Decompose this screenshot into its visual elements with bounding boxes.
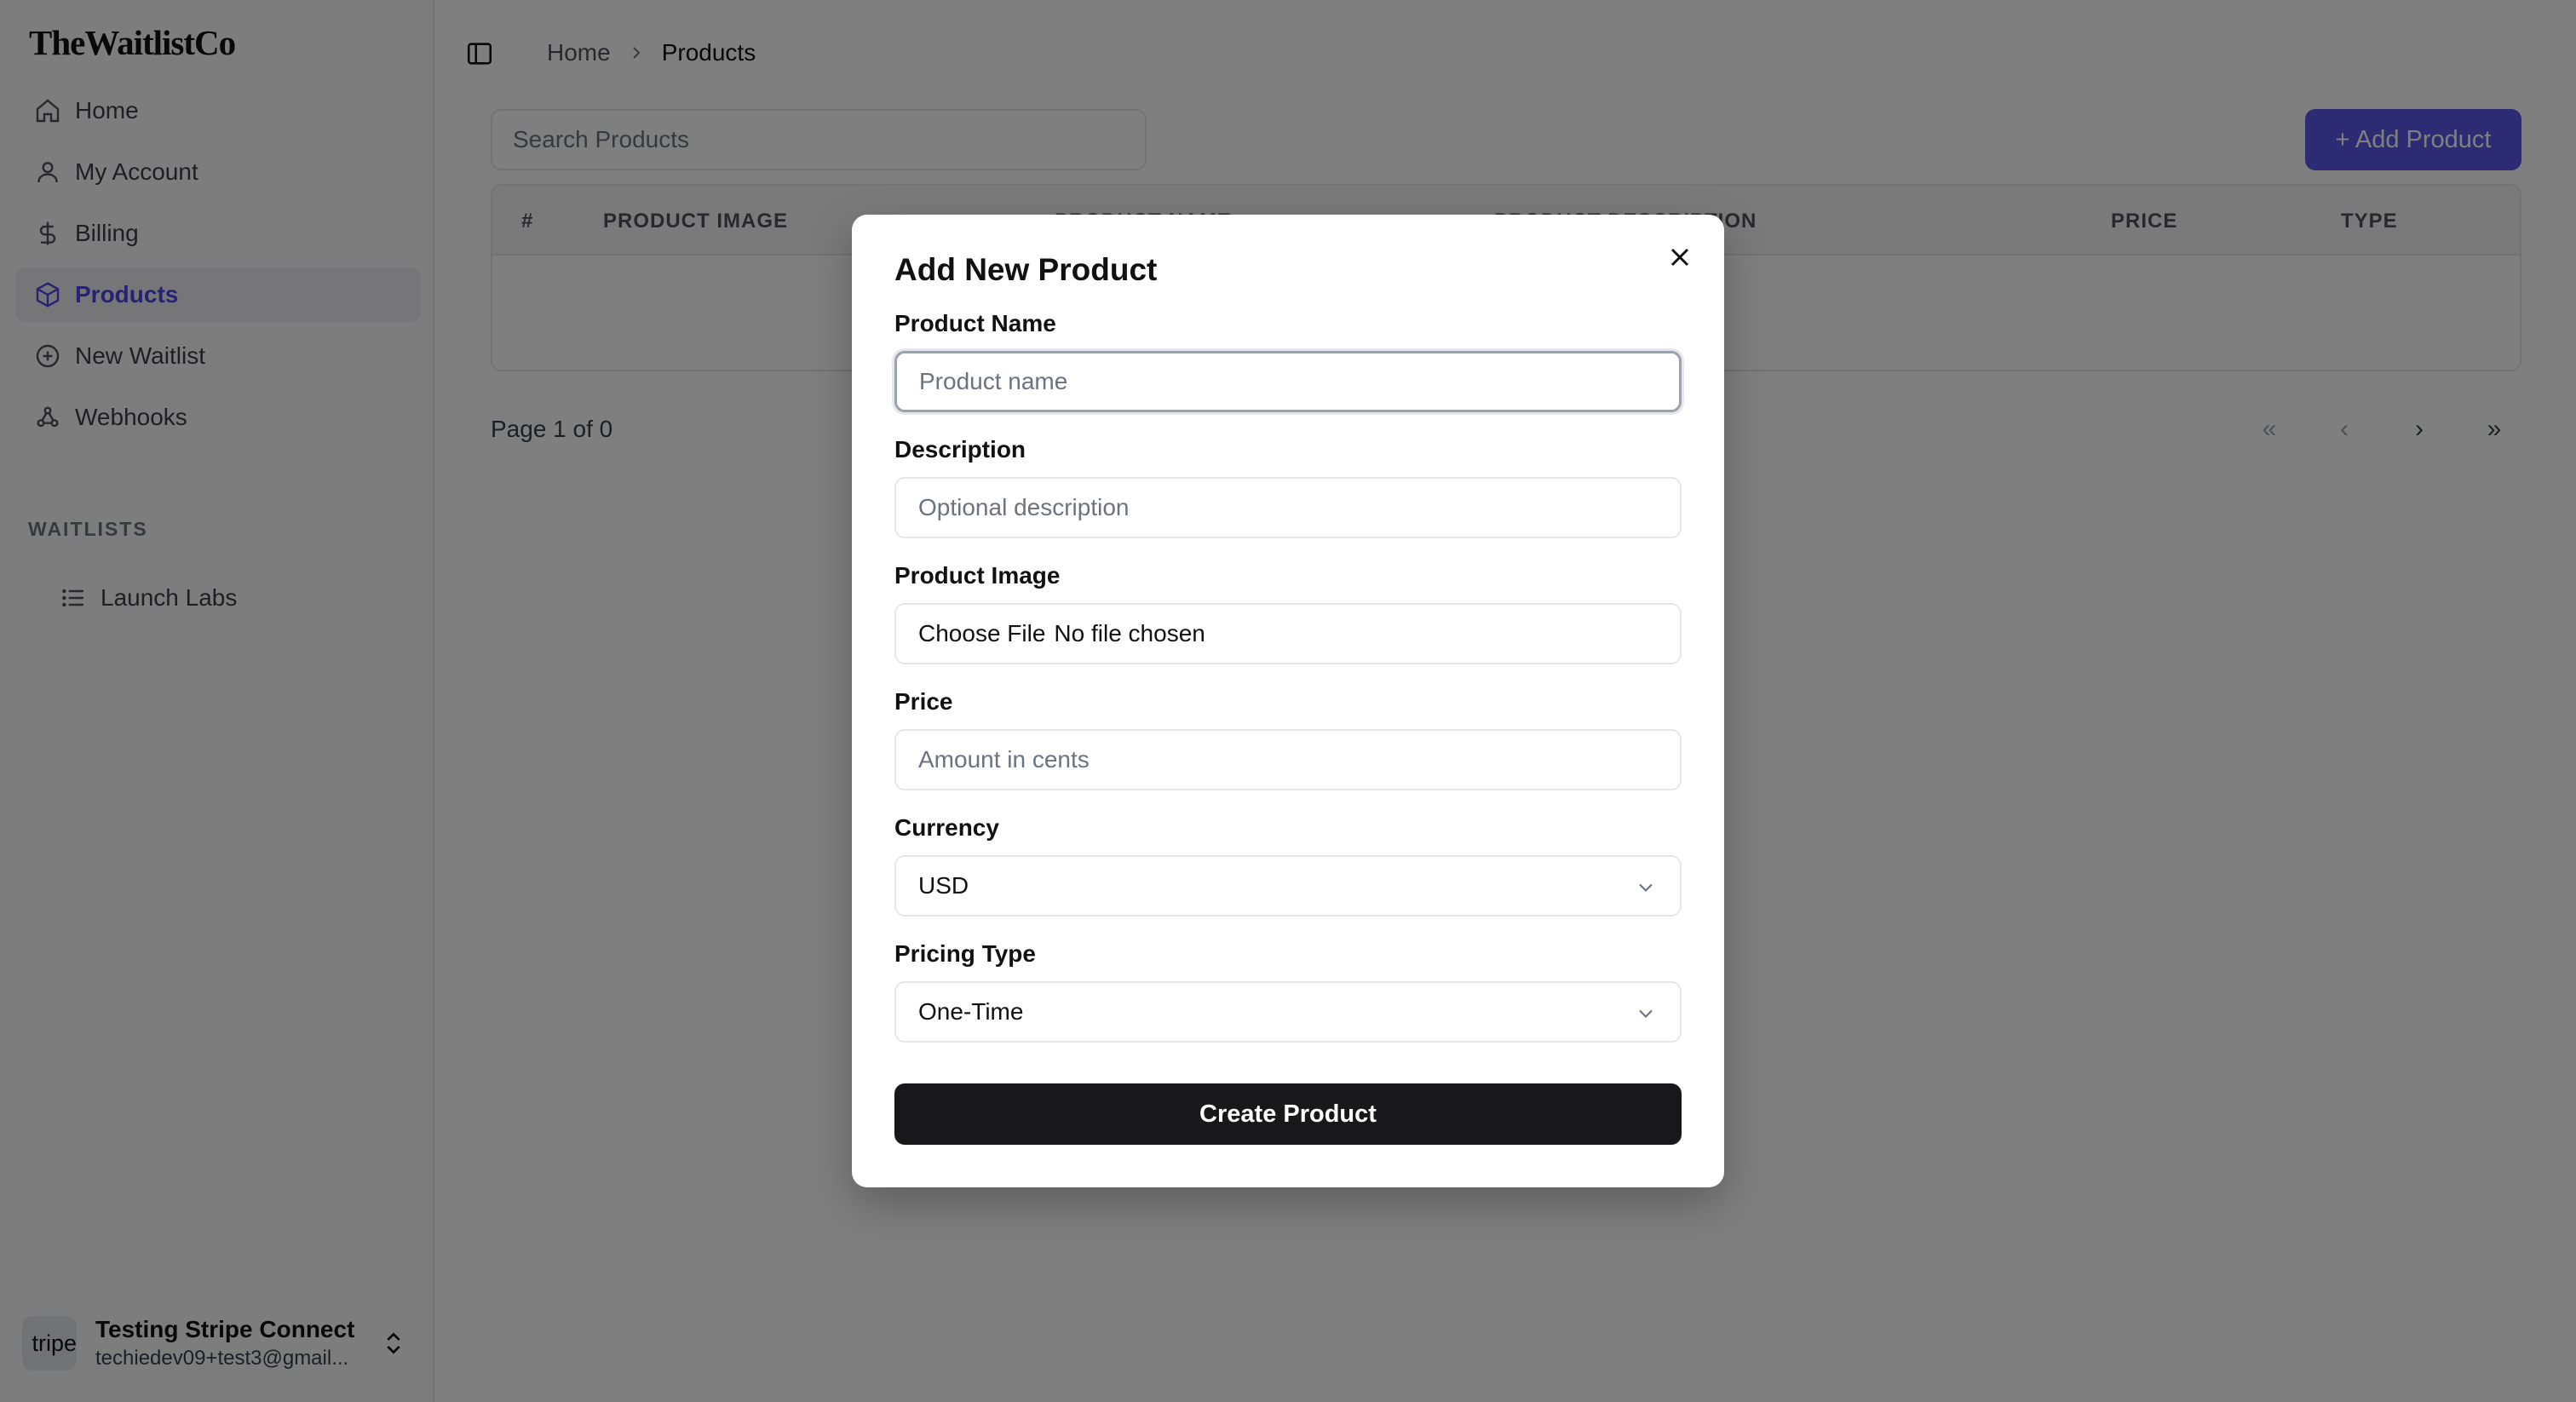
description-label: Description [894,436,1026,463]
product-name-label: Product Name [894,310,1056,336]
chevron-down-icon [1639,883,1653,892]
create-product-button[interactable]: Create Product [894,1083,1682,1145]
price-input[interactable] [894,729,1682,790]
description-input[interactable] [894,477,1682,538]
choose-file-button[interactable]: Choose File [918,620,1045,647]
currency-value: USD [918,872,969,899]
pricing-type-label: Pricing Type [894,940,1036,967]
file-status: No file chosen [1054,620,1205,646]
currency-label: Currency [894,814,999,841]
close-icon[interactable] [1665,242,1695,273]
chevron-down-icon [1639,1009,1653,1018]
price-label: Price [894,688,953,715]
product-name-input[interactable] [894,351,1682,412]
product-image-file-input[interactable]: Choose File No file chosen [894,603,1682,664]
pricing-type-select[interactable]: One-Time [894,981,1682,1043]
add-product-modal: Add New Product Product Name Description… [852,215,1724,1187]
pricing-type-value: One-Time [918,998,1024,1025]
modal-title: Add New Product [894,252,1158,287]
currency-select[interactable]: USD [894,855,1682,916]
product-image-label: Product Image [894,562,1061,589]
